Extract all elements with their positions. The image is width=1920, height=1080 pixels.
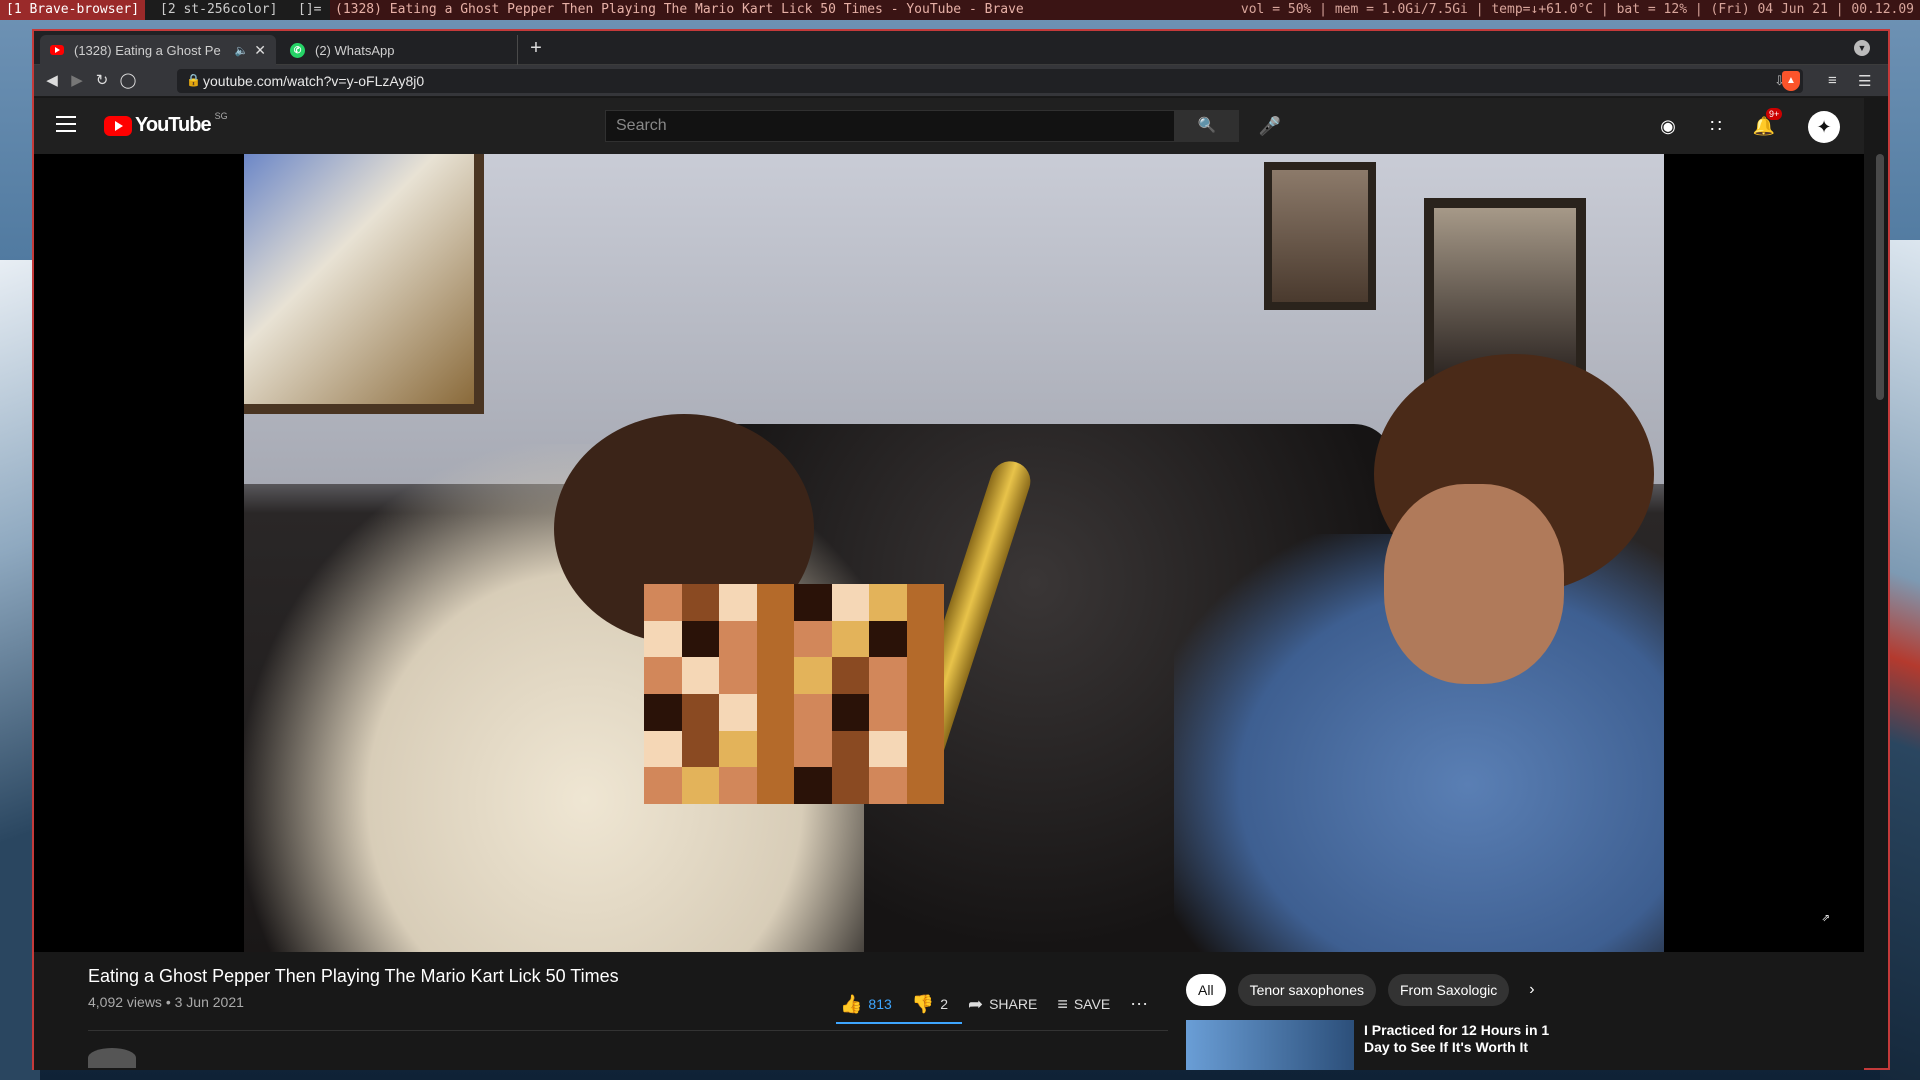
video-actions: 👍 813 👎 2 ➦ SHARE ≡ SAVE ⋯ xyxy=(840,986,1174,1022)
brave-shields-icon[interactable]: ▲ xyxy=(1782,71,1800,91)
youtube-wordmark: YouTube xyxy=(135,114,212,136)
back-arrow-icon[interactable]: ◀ xyxy=(42,71,62,91)
url-text[interactable]: youtube.com/watch?v=y-oFLzAy8j0 xyxy=(203,73,424,89)
recommended-video-title[interactable]: I Practiced for 12 Hours in 1 Day to See… xyxy=(1364,1022,1564,1056)
dislike-count: 2 xyxy=(940,996,948,1012)
page-scrollbar[interactable] xyxy=(1876,154,1884,1068)
youtube-play-icon xyxy=(104,115,132,136)
description-divider xyxy=(88,1030,1168,1031)
thumbs-up-icon: 👍 xyxy=(840,993,863,1014)
apps-grid-icon[interactable]: ∷ xyxy=(1704,114,1728,138)
like-count: 813 xyxy=(868,996,892,1012)
video-scene-baby-photo xyxy=(1264,162,1376,310)
browser-toolbar: ◀ ▶ ↻ ◯ 🔒 youtube.com/watch?v=y-oFLzAy8j… xyxy=(34,65,1888,97)
like-button[interactable]: 👍 813 xyxy=(840,994,892,1015)
chip-from-saxologic[interactable]: From Saxologic xyxy=(1387,974,1510,1006)
chip-all[interactable]: All xyxy=(1186,974,1226,1006)
youtube-logo[interactable]: YouTube SG xyxy=(104,110,228,137)
search-input[interactable] xyxy=(606,111,1174,141)
whatsapp-icon: ✆ xyxy=(290,42,305,58)
playlist-icon[interactable]: ≡ xyxy=(1828,72,1837,89)
microphone-icon[interactable]: 🎤 xyxy=(1256,112,1284,140)
layout-indicator[interactable]: []= xyxy=(298,2,321,17)
tab-title: (2) WhatsApp xyxy=(315,42,395,58)
thumbs-down-icon: 👎 xyxy=(911,993,935,1014)
tab-title: (1328) Eating a Ghost Pe xyxy=(74,42,221,58)
like-ratio-bar xyxy=(836,1022,962,1024)
hamburger-menu-icon[interactable] xyxy=(56,116,76,132)
pixelated-censor-block xyxy=(644,584,944,804)
chevron-right-icon[interactable]: › xyxy=(1529,981,1534,999)
save-label: SAVE xyxy=(1073,996,1111,1012)
workspace-2[interactable]: [2 st-256color] xyxy=(160,2,277,17)
share-arrow-icon: ➦ xyxy=(968,993,984,1014)
video-player[interactable]: ⇗ xyxy=(34,154,1864,952)
system-info: vol = 50% | mem = 1.0Gi/7.5Gi | temp=↓+6… xyxy=(1240,2,1914,17)
scrollbar-thumb[interactable] xyxy=(1876,154,1884,400)
brave-browser-window: (1328) Eating a Ghost Pe 🔈 ✕ ✆ (2) Whats… xyxy=(32,29,1890,1070)
recommended-video[interactable]: I Practiced for 12 Hours in 1 Day to See… xyxy=(1186,1020,1864,1070)
dislike-button[interactable]: 👎 2 xyxy=(912,994,948,1015)
playlist-add-icon: ≡ xyxy=(1057,993,1068,1014)
lock-icon[interactable]: 🔒 xyxy=(186,73,201,87)
youtube-icon xyxy=(50,45,64,55)
reload-icon[interactable]: ↻ xyxy=(92,71,112,91)
video-scene-painting xyxy=(244,154,484,414)
account-avatar[interactable]: ✦ xyxy=(1808,111,1840,143)
search-button[interactable]: 🔍 xyxy=(1175,110,1239,142)
notification-badge: 9+ xyxy=(1766,108,1783,120)
focused-window-title: (1328) Eating a Ghost Pepper Then Playin… xyxy=(335,2,1024,17)
video-title: Eating a Ghost Pepper Then Playing The M… xyxy=(88,966,619,986)
player-corner-icon[interactable]: ⇗ xyxy=(1822,913,1830,924)
video-frame[interactable] xyxy=(244,154,1664,952)
save-button[interactable]: ≡ SAVE xyxy=(1057,994,1110,1015)
search-box[interactable] xyxy=(605,110,1175,142)
video-thumbnail[interactable] xyxy=(1186,1020,1354,1070)
tab-whatsapp[interactable]: ✆ (2) WhatsApp xyxy=(280,35,518,65)
share-label: SHARE xyxy=(989,996,1038,1012)
tab-search-icon[interactable]: ▼ xyxy=(1854,40,1870,56)
youtube-header: YouTube SG 🔍 🎤 ◉ ∷ 🔔 9+ ✦ xyxy=(34,98,1864,154)
close-tab-icon[interactable]: ✕ xyxy=(254,42,266,59)
video-meta: 4,092 views • 3 Jun 2021 xyxy=(88,994,244,1010)
bookmark-icon[interactable]: ◯ xyxy=(118,71,138,91)
more-actions-button[interactable]: ⋯ xyxy=(1130,994,1154,1015)
speaker-muted-icon[interactable]: 🔈 xyxy=(235,44,249,57)
chip-tenor-saxophones[interactable]: Tenor saxophones xyxy=(1237,974,1376,1006)
forward-arrow-icon[interactable]: ▶ xyxy=(67,71,87,91)
youtube-page: YouTube SG 🔍 🎤 ◉ ∷ 🔔 9+ ✦ xyxy=(34,98,1864,1070)
channel-avatar[interactable] xyxy=(88,1048,136,1068)
tab-strip: (1328) Eating a Ghost Pe 🔈 ✕ ✆ (2) Whats… xyxy=(34,31,1888,65)
region-code: SG xyxy=(214,110,228,121)
more-horizontal-icon: ⋯ xyxy=(1130,993,1149,1014)
address-bar[interactable]: 🔒 youtube.com/watch?v=y-oFLzAy8j0 ⇩ xyxy=(177,69,1803,93)
create-video-icon[interactable]: ◉ xyxy=(1656,114,1680,138)
workspace-1[interactable]: [1 Brave-browser] xyxy=(0,0,146,20)
share-button[interactable]: ➦ SHARE xyxy=(968,994,1037,1015)
browser-menu-icon[interactable]: ☰ xyxy=(1858,72,1871,90)
video-scene-face-right xyxy=(1384,484,1564,684)
window-manager-statusbar: [1 Brave-browser] [2 st-256color] []= (1… xyxy=(0,0,1920,20)
tab-youtube[interactable]: (1328) Eating a Ghost Pe 🔈 ✕ xyxy=(40,35,276,65)
related-filter-chips: All Tenor saxophones From Saxologic › xyxy=(1186,974,1535,1006)
new-tab-button[interactable]: + xyxy=(524,37,548,61)
